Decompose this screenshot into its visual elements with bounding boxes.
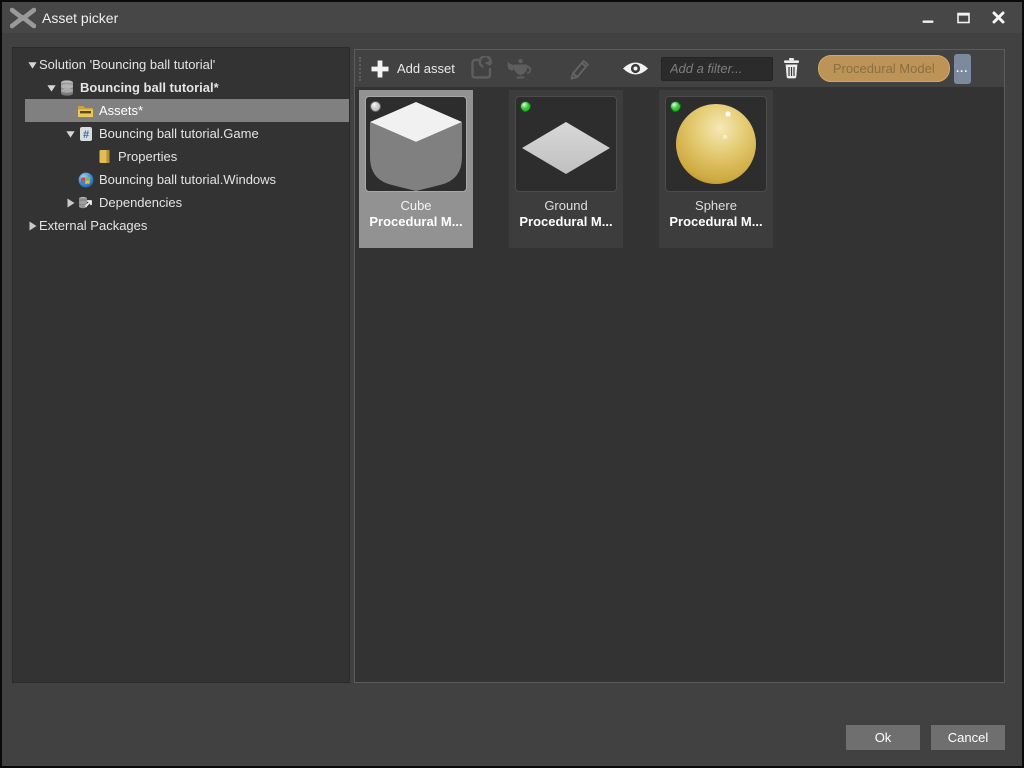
toolbar-grip[interactable] xyxy=(359,57,361,81)
minimize-button[interactable] xyxy=(917,7,939,29)
cancel-button-label: Cancel xyxy=(948,730,988,745)
tree-item-label: Bouncing ball tutorial.Windows xyxy=(99,172,282,187)
asset-tile-cube[interactable]: CubeProcedural M... xyxy=(359,90,473,248)
tree-item-label: Bouncing ball tutorial* xyxy=(80,80,225,95)
add-asset-label: Add asset xyxy=(397,61,455,76)
asset-grid: CubeProcedural M...GroundProcedural M...… xyxy=(355,87,1004,248)
folder-icon xyxy=(96,149,113,165)
collapsed-arrow-icon[interactable] xyxy=(63,196,77,210)
tree-item-label: Dependencies xyxy=(99,195,188,210)
svg-text:#: # xyxy=(82,129,88,141)
tree-item-bouncing-ball-tutorial-game[interactable]: # Bouncing ball tutorial.Game xyxy=(25,122,349,145)
assets-folder-icon xyxy=(77,103,94,119)
asset-tile-ground[interactable]: GroundProcedural M... xyxy=(509,90,623,248)
csharp-project-icon: # xyxy=(77,126,94,142)
expander-spacer xyxy=(82,150,96,164)
tree-item-solution-bouncing-ball-tutorial[interactable]: Solution 'Bouncing ball tutorial' xyxy=(25,53,349,76)
add-sample-asset-button[interactable] xyxy=(500,54,539,84)
cancel-button[interactable]: Cancel xyxy=(931,725,1005,750)
maximize-button[interactable] xyxy=(952,7,974,29)
import-icon xyxy=(469,56,494,81)
collapsed-arrow-icon[interactable] xyxy=(25,219,39,233)
filter-tag-procedural-model[interactable]: Procedural Model xyxy=(818,55,950,82)
asset-picker-dialog: Asset picker Solution 'Bouncing ball tut… xyxy=(0,0,1024,768)
cube-thumbnail xyxy=(365,96,467,192)
teapot-icon xyxy=(506,58,533,80)
eye-icon xyxy=(622,60,649,77)
asset-type-label: Procedural M... xyxy=(509,213,623,231)
trash-icon xyxy=(783,58,800,79)
tree-item-label: Properties xyxy=(118,149,183,164)
asset-toolbar: Add asset xyxy=(355,50,1004,87)
app-logo-icon xyxy=(10,7,36,29)
expander-spacer xyxy=(63,104,77,118)
expanded-arrow-icon[interactable] xyxy=(63,127,77,141)
dependencies-icon xyxy=(77,195,94,211)
ground-thumbnail xyxy=(515,96,617,192)
tree-item-dependencies[interactable]: Dependencies xyxy=(25,191,349,214)
expanded-arrow-icon[interactable] xyxy=(25,58,39,72)
tree-item-assets[interactable]: Assets* xyxy=(25,99,349,122)
ok-button[interactable]: Ok xyxy=(846,725,920,750)
filter-tag-label: Procedural Model xyxy=(833,61,935,76)
tree-item-label: Assets* xyxy=(99,103,149,118)
close-button[interactable] xyxy=(987,7,1009,29)
asset-tile-sphere[interactable]: SphereProcedural M... xyxy=(659,90,773,248)
add-asset-button[interactable]: Add asset xyxy=(364,54,461,84)
tree-item-label: Bouncing ball tutorial.Game xyxy=(99,126,265,141)
solution-tree-panel: Solution 'Bouncing ball tutorial' Bouncin… xyxy=(12,47,350,683)
more-filters-button[interactable]: ... xyxy=(954,54,971,84)
expanded-arrow-icon[interactable] xyxy=(44,81,58,95)
delete-button[interactable] xyxy=(777,54,806,84)
filter-input[interactable] xyxy=(661,57,773,81)
asset-name: Cube xyxy=(359,198,473,213)
expander-spacer xyxy=(63,173,77,187)
tree-item-bouncing-ball-tutorial-windows[interactable]: Bouncing ball tutorial.Windows xyxy=(25,168,349,191)
tree-item-label: Solution 'Bouncing ball tutorial' xyxy=(39,57,221,72)
tree-item-label: External Packages xyxy=(39,218,153,233)
tree-item-bouncing-ball-tutorial[interactable]: Bouncing ball tutorial* xyxy=(25,76,349,99)
status-dot xyxy=(670,101,681,112)
asset-type-label: Procedural M... xyxy=(659,213,773,231)
sphere-thumbnail xyxy=(665,96,767,192)
preview-toggle-button[interactable] xyxy=(616,54,655,84)
ok-button-label: Ok xyxy=(875,730,892,745)
tree-item-properties[interactable]: Properties xyxy=(25,145,349,168)
ellipsis-icon: ... xyxy=(956,63,968,75)
windows-icon xyxy=(77,172,94,188)
import-asset-button[interactable] xyxy=(463,54,500,84)
tree-item-external-packages[interactable]: External Packages xyxy=(25,214,349,237)
window-title: Asset picker xyxy=(42,10,118,26)
title-bar: Asset picker xyxy=(2,2,1022,33)
asset-type-label: Procedural M... xyxy=(359,213,473,231)
asset-name: Sphere xyxy=(659,198,773,213)
edit-asset-button[interactable] xyxy=(559,54,598,84)
plus-icon xyxy=(370,59,390,79)
package-icon xyxy=(58,80,75,96)
status-dot xyxy=(370,101,381,112)
asset-browser-panel: Add asset xyxy=(354,49,1005,683)
status-dot xyxy=(520,101,531,112)
asset-name: Ground xyxy=(509,198,623,213)
pencil-icon xyxy=(565,55,592,82)
